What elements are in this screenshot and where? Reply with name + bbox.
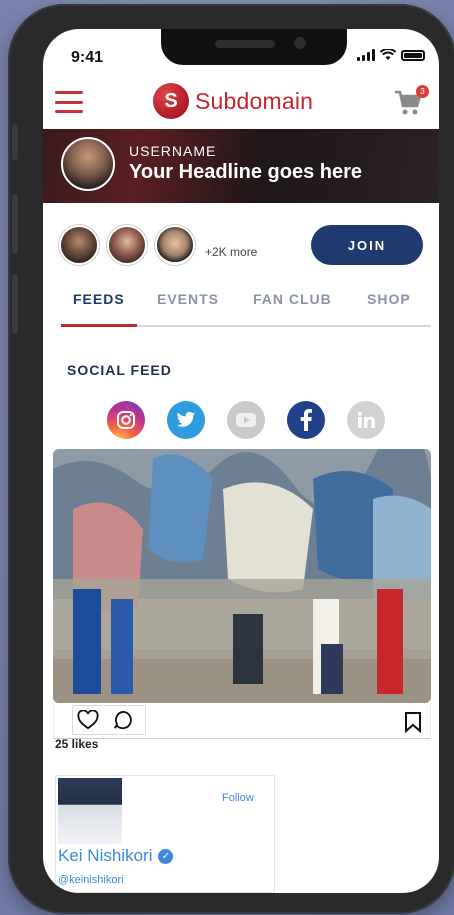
profile-card-name[interactable]: Kei Nishikori ✓ [58, 846, 174, 866]
tab-events[interactable]: EVENTS [157, 291, 219, 307]
front-camera [294, 37, 306, 49]
tab-feeds[interactable]: FEEDS [73, 291, 125, 307]
mute-switch [12, 124, 18, 160]
instagram-icon[interactable] [107, 401, 145, 439]
tab-bar: FEEDS EVENTS FAN CLUB SHOP [61, 287, 431, 327]
follow-button[interactable]: Follow [222, 792, 254, 804]
cart-badge: 3 [416, 85, 429, 98]
social-links [107, 401, 385, 439]
member-avatars: +2K more [59, 225, 257, 265]
profile-handle[interactable]: @keinishikori [58, 874, 124, 886]
speaker [215, 40, 275, 48]
comment-icon[interactable] [113, 710, 133, 730]
feed-post-image[interactable] [53, 449, 431, 703]
notch [161, 29, 347, 65]
top-bar: S Subdomain 3 [43, 81, 439, 129]
phone-frame: 9:41 S Subdomain 3 USERNAME Your Headlin… [8, 4, 454, 914]
status-time: 9:41 [71, 49, 104, 66]
tab-fan-club[interactable]: FAN CLUB [253, 291, 332, 307]
brand-name: Subdomain [195, 87, 314, 114]
profile-card-image[interactable] [58, 778, 122, 844]
heart-icon[interactable] [77, 710, 99, 730]
section-title: SOCIAL FEED [67, 362, 172, 378]
member-avatar[interactable] [155, 225, 195, 265]
banner-username: USERNAME [129, 143, 217, 159]
menu-icon[interactable] [55, 91, 83, 113]
battery-icon [401, 49, 425, 61]
app-screen: 9:41 S Subdomain 3 USERNAME Your Headlin… [43, 29, 439, 893]
avatar[interactable] [61, 137, 115, 191]
banner-headline: Your Headline goes here [129, 161, 363, 183]
facebook-icon[interactable] [287, 401, 325, 439]
profile-banner: USERNAME Your Headline goes here [43, 129, 439, 203]
verified-icon: ✓ [158, 848, 174, 864]
brand[interactable]: S Subdomain [153, 83, 313, 119]
youtube-icon[interactable] [227, 401, 265, 439]
join-button[interactable]: JOIN [311, 225, 423, 265]
profile-card: Follow Kei Nishikori ✓ @keinishikori [55, 775, 275, 893]
more-members-label: +2K more [205, 245, 258, 259]
action-group [72, 705, 146, 735]
post-actions [53, 703, 431, 739]
signal-icon [357, 49, 375, 61]
profile-name: Kei Nishikori [58, 846, 153, 865]
member-avatar[interactable] [107, 225, 147, 265]
volume-down-button [12, 274, 18, 334]
tab-shop[interactable]: SHOP [367, 291, 411, 307]
twitter-icon[interactable] [167, 401, 205, 439]
brand-logo: S [153, 83, 189, 119]
linkedin-icon[interactable] [347, 401, 385, 439]
member-avatar[interactable] [59, 225, 99, 265]
bookmark-icon[interactable] [404, 711, 422, 733]
wifi-icon [380, 49, 396, 60]
status-icons [357, 49, 425, 61]
active-tab-indicator [61, 324, 137, 327]
volume-up-button [12, 194, 18, 254]
cart-icon[interactable]: 3 [393, 85, 429, 117]
likes-count: 25 likes [55, 737, 99, 751]
